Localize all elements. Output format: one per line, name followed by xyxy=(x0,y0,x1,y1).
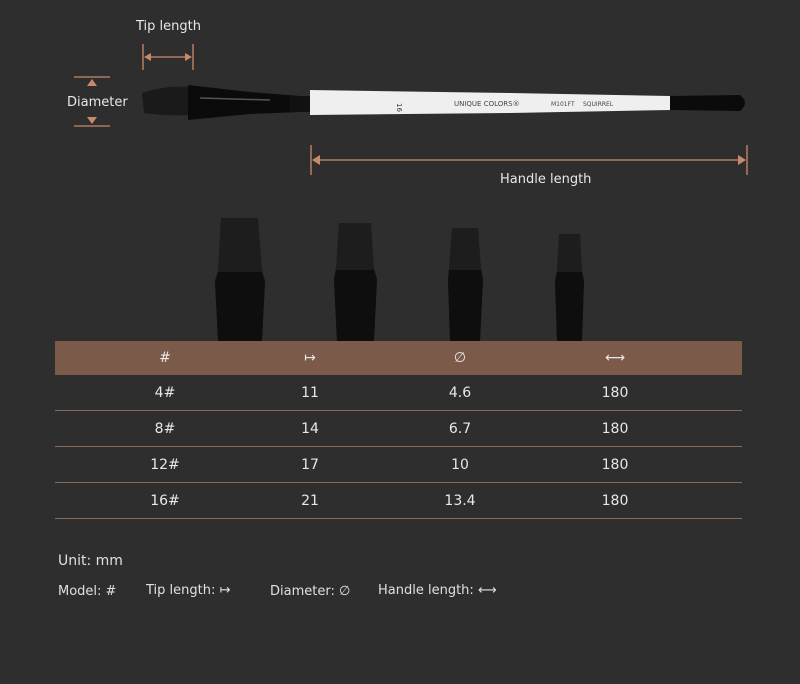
product-spec-page: 16 UNIQUE COLORS® M101FT SQUIRREL Tip le… xyxy=(0,0,800,684)
header-tip-length-icon: ↦ xyxy=(304,350,316,366)
diameter-icon: ∅ xyxy=(338,584,351,599)
cell-handle-length: 180 xyxy=(601,456,629,473)
cell-handle-length: 180 xyxy=(601,420,629,437)
brush-sizes xyxy=(215,218,584,341)
cell-model: 8# xyxy=(154,420,176,437)
brush-image: 16 UNIQUE COLORS® M101FT SQUIRREL xyxy=(142,85,745,120)
handle-length-label: Handle length xyxy=(500,172,592,187)
brush-model-print: M101FT xyxy=(551,101,575,108)
brush-hair-print: SQUIRREL xyxy=(583,101,614,108)
table-header: # ↦ ∅ ⟷ xyxy=(55,341,742,375)
tip-length-icon: ↦ xyxy=(219,583,231,598)
cell-model: 4# xyxy=(154,384,176,401)
brush-brand-print: UNIQUE COLORS® xyxy=(454,100,520,108)
cell-tip-length: 17 xyxy=(301,456,319,473)
legend-model: Model: # xyxy=(58,584,117,599)
table-row: 8# 14 6.7 180 xyxy=(55,411,742,447)
cell-diameter: 13.4 xyxy=(444,492,476,509)
spec-table: # ↦ ∅ ⟷ 4# 11 4.6 180 8# 14 6.7 180 12# … xyxy=(55,341,742,519)
tip-length-label: Tip length xyxy=(136,19,201,34)
cell-tip-length: 11 xyxy=(301,384,319,401)
legend-handle-length: Handle length: ⟷ xyxy=(378,583,497,598)
diameter-label: Diameter xyxy=(67,95,128,110)
legend-tip-length: Tip length: ↦ xyxy=(146,583,230,598)
cell-model: 12# xyxy=(150,456,180,473)
unit-label: Unit: mm xyxy=(58,553,123,569)
table-row: 12# 17 10 180 xyxy=(55,447,742,483)
header-handle-length-icon: ⟷ xyxy=(604,350,626,366)
cell-tip-length: 14 xyxy=(301,420,319,437)
legend-diameter: Diameter: ∅ xyxy=(270,584,350,599)
cell-tip-length: 21 xyxy=(301,492,319,509)
brush-size-print: 16 xyxy=(395,103,403,112)
header-model: # xyxy=(159,350,171,366)
header-diameter-icon: ∅ xyxy=(453,350,467,366)
cell-diameter: 10 xyxy=(451,456,469,473)
table-row: 4# 11 4.6 180 xyxy=(55,375,742,411)
legend-tip-length-label: Tip length: xyxy=(146,583,216,598)
legend-handle-length-label: Handle length: xyxy=(378,583,474,598)
cell-handle-length: 180 xyxy=(601,384,629,401)
table-row: 16# 21 13.4 180 xyxy=(55,483,742,519)
cell-model: 16# xyxy=(150,492,180,509)
handle-length-icon: ⟷ xyxy=(477,583,497,598)
cell-diameter: 6.7 xyxy=(448,420,472,437)
cell-handle-length: 180 xyxy=(601,492,629,509)
legend-diameter-label: Diameter: xyxy=(270,584,335,599)
cell-diameter: 4.6 xyxy=(448,384,472,401)
